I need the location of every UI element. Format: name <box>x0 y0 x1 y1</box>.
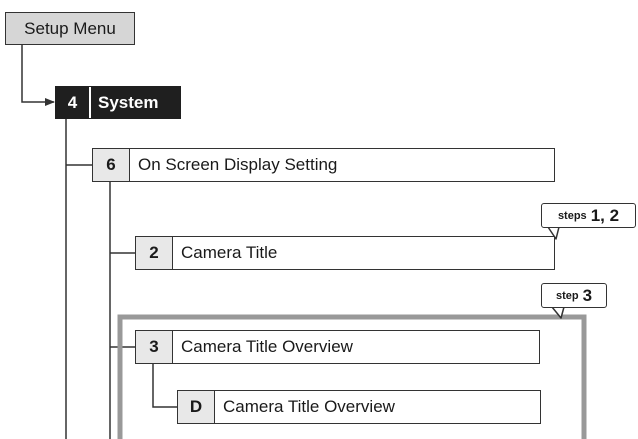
system-node: 4 System <box>55 86 181 119</box>
setup-menu-root: Setup Menu <box>5 12 135 45</box>
camera-title-overview-d-number: D <box>178 391 215 423</box>
osd-setting-number: 6 <box>93 149 130 181</box>
step-callout-number: 3 <box>582 285 593 305</box>
camera-title-overview-node: 3 Camera Title Overview <box>135 330 540 364</box>
osd-setting-node: 6 On Screen Display Setting <box>92 148 555 182</box>
camera-title-label: Camera Title <box>181 243 278 262</box>
step-callout-word: step <box>555 289 579 302</box>
osd-setting-label: On Screen Display Setting <box>138 155 338 174</box>
camera-title-number: 2 <box>136 237 173 269</box>
step-3-callout: step 3 <box>541 283 607 308</box>
system-label: System <box>98 92 159 112</box>
steps-1-2-callout: steps 1, 2 <box>541 203 636 228</box>
camera-title-overview-label: Camera Title Overview <box>181 337 353 356</box>
camera-title-overview-d-label: Camera Title Overview <box>223 397 395 416</box>
overview-to-d-branch <box>152 364 177 408</box>
camera-title-overview-number: 3 <box>136 331 173 363</box>
root-to-system-arrow <box>21 45 55 106</box>
camera-title-overview-d-node: D Camera Title Overview <box>177 390 541 424</box>
steps-callout-numbers: 1, 2 <box>590 205 620 225</box>
camera-title-node: 2 Camera Title <box>135 236 555 270</box>
system-number: 4 <box>56 87 91 118</box>
steps-callout-word: steps <box>557 209 587 222</box>
setup-menu-label: Setup Menu <box>24 18 116 38</box>
